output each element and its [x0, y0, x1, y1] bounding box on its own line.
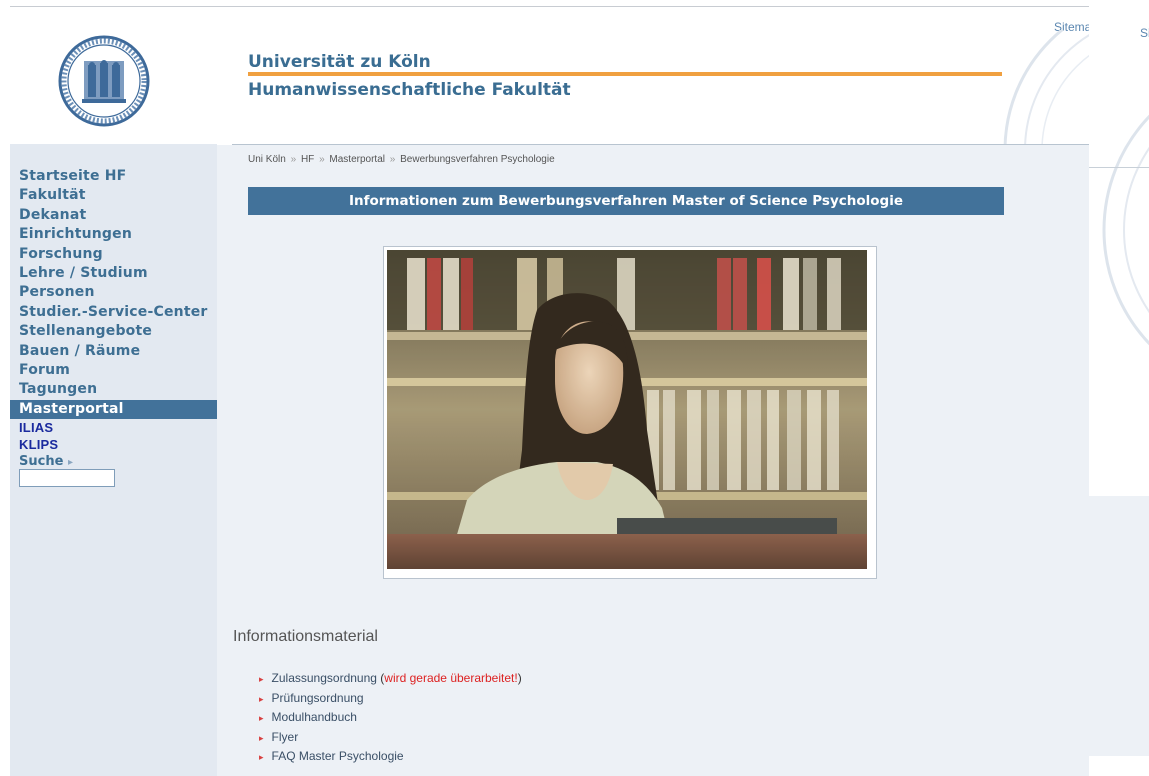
nav-item-dekanat[interactable]: Dekanat	[10, 206, 217, 225]
link-zulassungsordnung[interactable]: Zulassungsordnung	[272, 671, 377, 685]
red-triangle-bullet-icon: ▸	[259, 693, 264, 704]
nav-link-ilias[interactable]: ILIAS	[10, 419, 217, 436]
nav-link-klips[interactable]: KLIPS	[10, 436, 217, 453]
nav-item-studier-service-center[interactable]: Studier.-Service-Center	[10, 303, 217, 322]
link-pruefungsordnung[interactable]: Prüfungsordnung	[272, 691, 364, 705]
nav-item-einrichtungen[interactable]: Einrichtungen	[10, 225, 217, 244]
list-item: ▸ Flyer	[259, 728, 522, 748]
list-item: ▸ Prüfungsordnung	[259, 689, 522, 709]
nav-item-forschung[interactable]: Forschung	[10, 245, 217, 264]
nav-item-forum[interactable]: Forum	[10, 361, 217, 380]
breadcrumb-uni-koeln[interactable]: Uni Köln	[248, 154, 286, 165]
right-pane-lower	[1089, 496, 1149, 756]
red-triangle-bullet-icon: ▸	[259, 674, 264, 684]
link-faq-master-psychologie[interactable]: FAQ Master Psychologie	[272, 749, 404, 763]
breadcrumb: Uni Köln » HF » Masterportal » Bewerbung…	[248, 154, 555, 165]
search-label: Suche	[19, 454, 64, 470]
link-zulassung-note[interactable]: wird gerade überarbeitet!	[384, 671, 517, 685]
breadcrumb-current: Bewerbungsverfahren Psychologie	[400, 154, 555, 165]
red-triangle-bullet-icon: ▸	[259, 732, 264, 743]
right-pane-text-fragment[interactable]: Si	[1140, 26, 1149, 40]
nav-item-personen[interactable]: Personen	[10, 283, 217, 302]
breadcrumb-separator: »	[319, 154, 325, 165]
right-overflow-pane: Si	[1089, 0, 1149, 776]
main-content: Uni Köln » HF » Masterportal » Bewerbung…	[217, 145, 1089, 776]
main-nav: Startseite HF Fakultät Dekanat Einrichtu…	[10, 167, 217, 470]
info-list: ▸ Zulassungsordnung (wird gerade überarbe…	[259, 669, 522, 767]
faculty-title[interactable]: Humanwissenschaftliche Fakultät	[248, 80, 571, 100]
link-flyer[interactable]: Flyer	[272, 730, 299, 744]
right-pane-divider	[1089, 167, 1149, 168]
nav-item-tagungen[interactable]: Tagungen	[10, 380, 217, 399]
breadcrumb-masterportal[interactable]: Masterportal	[329, 154, 385, 165]
nav-item-fakultaet[interactable]: Fakultät	[10, 186, 217, 205]
link-modulhandbuch[interactable]: Modulhandbuch	[272, 710, 357, 724]
nav-item-stellenangebote[interactable]: Stellenangebote	[10, 322, 217, 341]
breadcrumb-separator: »	[389, 154, 396, 165]
university-seal-icon[interactable]	[58, 35, 150, 127]
note-close-paren: )	[517, 671, 522, 685]
nav-item-bauen-raeume[interactable]: Bauen / Räume	[10, 342, 217, 361]
nav-item-lehre-studium[interactable]: Lehre / Studium	[10, 264, 217, 283]
university-title[interactable]: Universität zu Köln	[248, 52, 431, 72]
hero-photo	[387, 250, 867, 569]
page-title-banner: Informationen zum Bewerbungsverfahren Ma…	[248, 187, 1004, 215]
list-item: ▸ Modulhandbuch	[259, 708, 522, 728]
title-underline	[248, 72, 1002, 76]
info-heading: Informationsmaterial	[233, 628, 378, 645]
search-label-row: Suche ▸	[10, 453, 217, 470]
sitemap-link[interactable]: Sitemap	[1054, 20, 1089, 34]
breadcrumb-hf[interactable]: HF	[301, 154, 314, 165]
search-input[interactable]	[19, 469, 115, 487]
hero-image-frame	[383, 246, 877, 579]
sidebar: Startseite HF Fakultät Dekanat Einrichtu…	[10, 144, 217, 776]
list-item: ▸ FAQ Master Psychologie	[259, 747, 522, 767]
red-triangle-bullet-icon: ▸	[259, 752, 264, 762]
nav-item-masterportal[interactable]: Masterportal	[10, 399, 217, 420]
red-triangle-bullet-icon: ▸	[259, 713, 264, 723]
arrow-right-icon[interactable]: ▸	[68, 457, 73, 468]
seal-watermark-icon	[1102, 114, 1149, 346]
list-item: ▸ Zulassungsordnung (wird gerade überarbe…	[259, 669, 522, 689]
nav-item-startseite[interactable]: Startseite HF	[10, 167, 217, 186]
breadcrumb-separator: »	[290, 154, 297, 165]
